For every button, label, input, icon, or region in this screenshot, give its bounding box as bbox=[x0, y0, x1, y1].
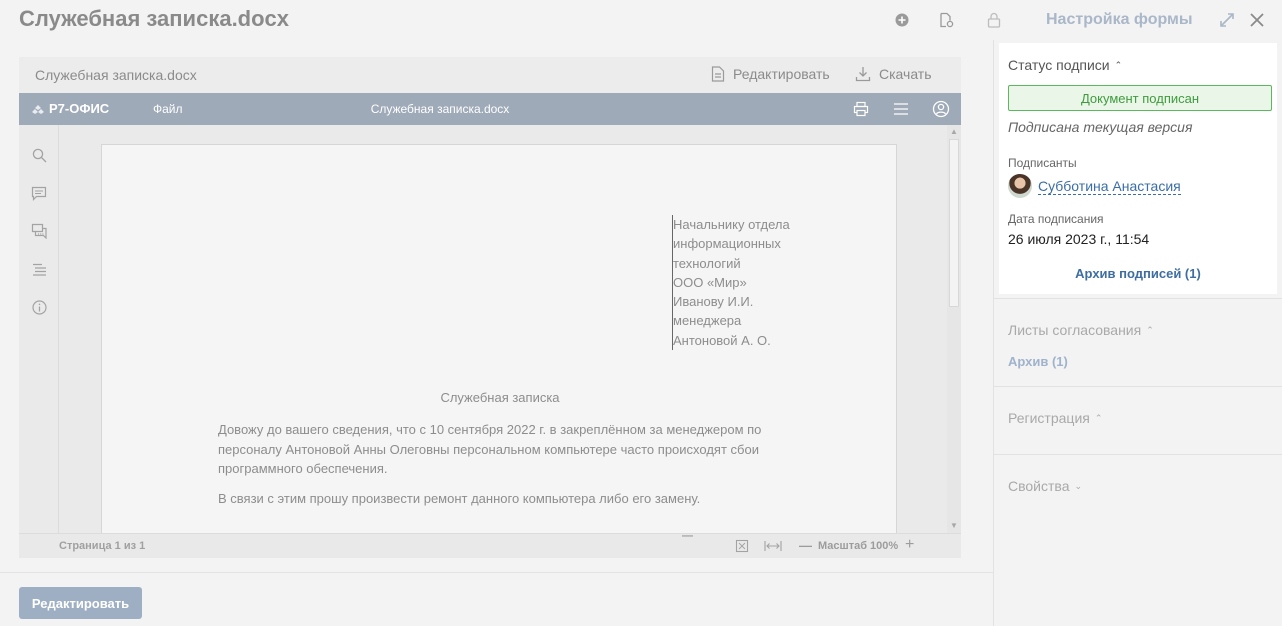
registration-heading: Регистрация bbox=[1008, 410, 1090, 426]
status-badge: Документ подписан bbox=[1008, 85, 1272, 111]
edit-button[interactable]: Редактировать bbox=[19, 587, 142, 619]
scroll-down-icon[interactable]: ▼ bbox=[950, 521, 958, 530]
section-divider bbox=[994, 454, 1282, 455]
preview-edit-link[interactable]: Редактировать bbox=[711, 66, 830, 82]
editor-toolbar: Р7-ОФИС Файл Служебная записка.docx bbox=[19, 93, 961, 125]
fit-page-icon[interactable] bbox=[735, 539, 749, 556]
document-page[interactable]: Начальнику отдела информационных техноло… bbox=[101, 144, 897, 533]
page-counter: Страница 1 из 1 bbox=[59, 540, 146, 552]
memo-title: Служебная записка bbox=[440, 390, 560, 405]
lock-icon[interactable] bbox=[984, 10, 1004, 30]
preview-edit-label: Редактировать bbox=[733, 66, 830, 82]
preview-header: Служебная записка.docx Редактировать Ска… bbox=[19, 57, 961, 93]
chevron-up-icon: ⌃ bbox=[1114, 59, 1123, 70]
menu-icon[interactable] bbox=[892, 100, 910, 118]
signature-status-card: Статус подписи ⌃ Документ подписан Подпи… bbox=[999, 43, 1277, 294]
editor-left-tools bbox=[19, 125, 59, 533]
zoom-in-button[interactable]: + bbox=[905, 536, 914, 554]
zoom-level: Масштаб 100% bbox=[818, 540, 899, 552]
chevron-down-icon: ⌄ bbox=[1074, 480, 1083, 491]
preview-download-link[interactable]: Скачать bbox=[855, 66, 932, 82]
user-icon[interactable] bbox=[932, 100, 950, 118]
section-divider bbox=[994, 298, 1282, 299]
comment-icon[interactable] bbox=[30, 184, 48, 202]
search-icon[interactable] bbox=[30, 146, 48, 164]
plus-circle-icon[interactable] bbox=[892, 10, 912, 30]
signing-date-label: Дата подписания bbox=[1008, 212, 1104, 226]
form-settings-link[interactable]: Настройка формы bbox=[1046, 11, 1193, 29]
file-settings-icon[interactable] bbox=[936, 10, 956, 30]
approval-archive-link[interactable]: Архив (1) bbox=[1008, 354, 1068, 369]
download-icon bbox=[855, 67, 871, 82]
memo-paragraph: В связи с этим прошу произвести ремонт д… bbox=[218, 491, 701, 506]
print-icon[interactable] bbox=[852, 100, 870, 118]
addressee-line: ООО «Мир» bbox=[673, 274, 747, 290]
page-title: Служебная записка.docx bbox=[19, 6, 290, 31]
signing-date: 26 июля 2023 г., 11:54 bbox=[1008, 231, 1150, 247]
signer-name[interactable]: Субботина Анастасия bbox=[1038, 178, 1181, 195]
memo-paragraph: Довожу до вашего сведения, что с 10 сент… bbox=[218, 422, 762, 476]
chat-icon[interactable] bbox=[30, 222, 48, 240]
properties-section-toggle[interactable]: Свойства ⌄ bbox=[1008, 478, 1082, 494]
close-icon[interactable] bbox=[1247, 10, 1267, 30]
status-dash: — bbox=[682, 530, 693, 542]
preview-file-name: Служебная записка.docx bbox=[35, 67, 197, 83]
signature-heading: Статус подписи bbox=[1008, 57, 1110, 73]
addressee-line: Антоновой А. О. bbox=[673, 332, 771, 348]
expand-icon[interactable] bbox=[1217, 10, 1237, 30]
addressee-line: Иванову И.И. bbox=[673, 294, 754, 310]
fit-width-icon[interactable] bbox=[764, 539, 782, 556]
addressee-line: Начальнику отдела bbox=[673, 217, 790, 232]
signature-archive-link[interactable]: Архив подписей (1) bbox=[999, 266, 1277, 281]
info-icon[interactable] bbox=[30, 298, 48, 316]
addressee-line: менеджера bbox=[673, 313, 742, 329]
chevron-up-icon: ⌃ bbox=[1094, 412, 1103, 423]
right-panel: Статус подписи ⌃ Документ подписан Подпи… bbox=[993, 40, 1282, 626]
section-divider bbox=[994, 386, 1282, 387]
addressee-line: технологий bbox=[673, 255, 741, 271]
document-edit-icon bbox=[711, 66, 725, 82]
document-preview: Служебная записка.docx Редактировать Ска… bbox=[19, 57, 961, 558]
approval-section-toggle[interactable]: Листы согласования ⌃ bbox=[1008, 322, 1154, 338]
signature-section-toggle[interactable]: Статус подписи ⌃ bbox=[1008, 57, 1122, 73]
addressee-line: информационных bbox=[673, 236, 781, 252]
zoom-out-button[interactable]: — bbox=[799, 538, 812, 553]
scroll-thumb[interactable] bbox=[949, 139, 959, 307]
signer[interactable]: Субботина Анастасия bbox=[1008, 174, 1181, 198]
scroll-up-icon[interactable]: ▲ bbox=[950, 127, 958, 136]
vertical-scrollbar[interactable]: ▲ ▼ bbox=[947, 125, 961, 533]
navigation-icon[interactable] bbox=[30, 260, 48, 278]
footer-divider bbox=[0, 572, 993, 573]
avatar bbox=[1008, 174, 1032, 198]
signature-version-note: Подписана текущая версия bbox=[1008, 119, 1193, 135]
approval-heading: Листы согласования bbox=[1008, 322, 1142, 338]
registration-section-toggle[interactable]: Регистрация ⌃ bbox=[1008, 410, 1102, 426]
properties-heading: Свойства bbox=[1008, 478, 1070, 494]
chevron-up-icon: ⌃ bbox=[1146, 324, 1154, 335]
addressee-block: Начальнику отдела информационных техноло… bbox=[672, 215, 790, 351]
preview-download-label: Скачать bbox=[879, 66, 932, 82]
signers-label: Подписанты bbox=[1008, 156, 1077, 170]
editor-status-bar: Страница 1 из 1 — — Масштаб 100% + bbox=[19, 530, 961, 558]
editor-doc-name: Служебная записка.docx bbox=[370, 102, 510, 116]
document-canvas[interactable]: Начальнику отдела информационных техноло… bbox=[59, 125, 947, 533]
